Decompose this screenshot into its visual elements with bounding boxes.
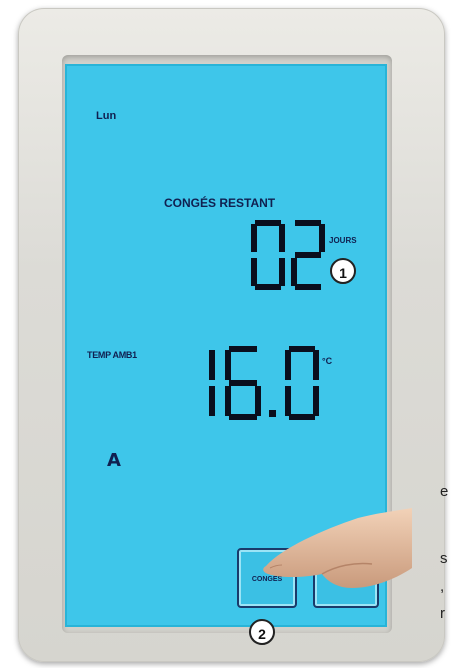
- temperature-value: [209, 346, 319, 420]
- side-text-1: e: [440, 483, 449, 500]
- conges-restant-label: CONGÉS RESTANT: [164, 196, 276, 210]
- callout-1: 1: [330, 258, 356, 284]
- temp-ambient-label: TEMP AMB1: [87, 350, 137, 360]
- days-remaining-value: [251, 220, 325, 290]
- days-unit-label: JOURS: [329, 236, 357, 245]
- side-text-2: s: [440, 550, 448, 567]
- pointing-hand-icon: [263, 508, 412, 588]
- callout-2: 2: [249, 619, 275, 645]
- temperature-unit: °C: [322, 356, 333, 366]
- side-text-3: ,: [440, 578, 445, 595]
- day-label: Lun: [96, 110, 117, 122]
- mode-indicator: A: [107, 450, 121, 471]
- side-text-4: r: [440, 605, 445, 622]
